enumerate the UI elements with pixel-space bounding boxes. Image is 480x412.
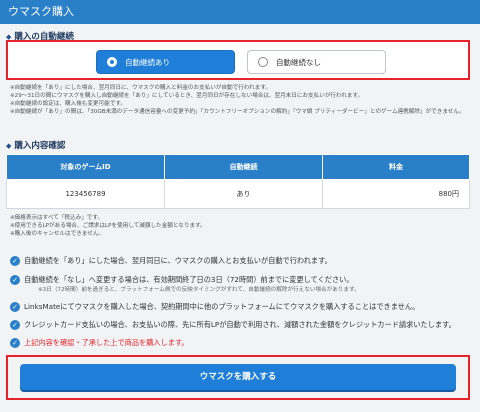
diamond-icon: ◆ xyxy=(6,142,12,150)
auto-renewal-note: ※29～31日の間にウマスクを購入し自動継続を「あり」にしているとき、翌月同日が… xyxy=(10,93,364,99)
confirm-note: ※購入後のキャンセルはできません。 xyxy=(10,231,105,237)
column-header: 対象のゲームID xyxy=(6,154,165,180)
check-icon: ✓ xyxy=(10,256,20,266)
auto-renewal-note: ※自動継続の設定は、購入後も変更可能です。 xyxy=(10,101,127,107)
confirm-note: ※使用できるLPがある場合、ご請求はLPを使用して減額した金額となります。 xyxy=(10,223,206,229)
agreement-text: 上記内容を確認・了承した上で商品を購入します。 xyxy=(24,338,189,347)
radio-selected-icon xyxy=(107,57,117,67)
auto-renewal-off-option[interactable]: 自動継続なし xyxy=(247,50,386,74)
table-header-row: 対象のゲームID 自動継続 料金 xyxy=(6,154,470,180)
radio-unselected-icon xyxy=(258,57,268,67)
game-id-cell: 123456789 xyxy=(6,179,165,209)
auto-renewal-on-option[interactable]: 自動継続あり xyxy=(96,50,235,74)
confirm-section-title: ◆ 購入内容確認 xyxy=(6,141,66,151)
auto-renewal-note: ※自動継続を「あり」にした場合、翌月同日に、ウマスクの購入と料金のお支払いが自動… xyxy=(10,85,271,91)
auto-renewal-note: ※自動継続が「あり」の間は、「30GB未満のデータ通信容量への変更予約」「カウン… xyxy=(10,109,465,115)
page-title: ウマスク購入 xyxy=(8,5,74,18)
auto-renewal-options: 自動継続あり 自動継続なし xyxy=(6,40,470,80)
column-header: 自動継続 xyxy=(164,154,323,180)
confirm-note: ※価格表示はすべて「税込み」です。 xyxy=(10,215,104,221)
purchase-table: 対象のゲームID 自動継続 料金 123456789 あり 880円 xyxy=(6,154,470,209)
check-icon: ✓ xyxy=(10,302,20,312)
table-row: 123456789 あり 880円 xyxy=(6,179,470,209)
auto-renewal-cell: あり xyxy=(164,179,323,209)
page-header: ウマスク購入 xyxy=(0,0,480,24)
buy-button-area: ウマスクを購入する xyxy=(6,355,470,400)
price-cell: 880円 xyxy=(322,179,470,209)
check-icon: ✓ xyxy=(10,338,20,348)
check-icon: ✓ xyxy=(10,320,20,330)
column-header: 料金 xyxy=(322,154,470,180)
checklist-subnote: ※3日（72時間）前を過ぎると、プラットフォーム側での反映タイミングがずれて、自… xyxy=(38,287,360,293)
check-icon: ✓ xyxy=(10,275,20,285)
buy-button[interactable]: ウマスクを購入する xyxy=(20,364,456,390)
